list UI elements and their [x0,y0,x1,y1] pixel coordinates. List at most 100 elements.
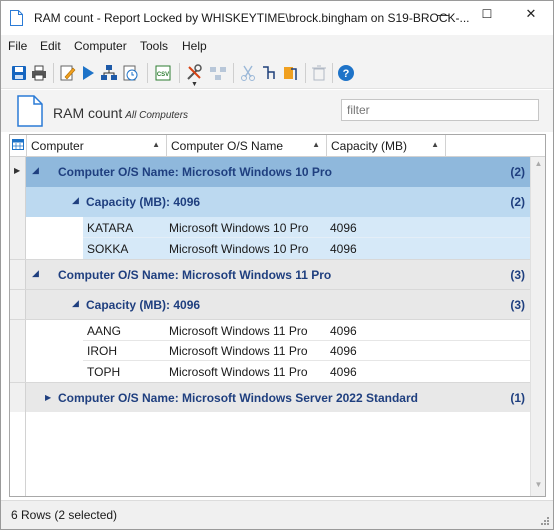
title-bar: RAM count - Report Locked by WHISKEYTIME… [1,1,553,35]
cut-icon [241,65,255,81]
subgroup-row[interactable]: ◢ Capacity (MB): 4096 (3) [10,289,545,319]
row-header[interactable] [10,217,26,238]
toolbar-separator [233,63,234,83]
row-header[interactable] [10,187,26,217]
table-row[interactable]: KATARA Microsoft Windows 10 Pro 4096 [10,217,545,238]
menu-bar: File Edit Computer Tools Help [1,35,553,57]
scroll-down-icon[interactable]: ▼ [531,480,545,494]
row-header[interactable] [10,320,26,340]
sort-up-icon: ▲ [312,140,320,149]
maximize-button[interactable]: ☐ [465,1,509,27]
window-title: RAM count - Report Locked by WHISKEYTIME… [34,11,470,25]
column-header-capacity[interactable]: Capacity (MB) ▲ [327,135,446,157]
edit-icon[interactable] [58,64,76,82]
group-label: Computer O/S Name: Microsoft Windows Ser… [58,391,418,405]
group-row[interactable]: ▶ Computer O/S Name: Microsoft Windows S… [10,382,545,412]
menu-file[interactable]: File [8,39,27,53]
cell-os: Microsoft Windows 10 Pro [169,242,309,256]
cell-capacity: 4096 [330,365,357,379]
menu-computer[interactable]: Computer [74,39,127,53]
row-header[interactable] [10,260,26,289]
cell-computer: SOKKA [87,242,129,256]
delete-icon [312,65,326,81]
report-header: RAM count All Computers [1,90,553,132]
cell-computer: AANG [87,324,122,338]
report-title: RAM count All Computers [53,105,189,121]
row-header[interactable] [10,383,26,412]
group-icon [210,67,226,80]
group-row[interactable]: ▶ ◢ Computer O/S Name: Microsoft Windows… [10,157,545,187]
sort-up-icon: ▲ [152,140,160,149]
print-icon[interactable] [30,64,48,82]
row-header[interactable]: ▶ [10,157,26,187]
group-row[interactable]: ◢ Computer O/S Name: Microsoft Windows 1… [10,259,545,289]
run-icon[interactable] [79,64,97,82]
collapse-icon[interactable]: ◢ [32,165,39,176]
cell-capacity: 4096 [330,324,357,338]
column-header-os[interactable]: Computer O/S Name ▲ [167,135,327,157]
chevron-down-icon[interactable]: ▼ [191,81,198,88]
subgroup-row[interactable]: ◢ Capacity (MB): 4096 (2) [10,187,545,217]
row-header[interactable] [10,238,26,259]
csv-export-icon[interactable]: CSV [154,64,172,82]
row-header[interactable] [10,340,26,361]
copy-icon[interactable] [260,64,278,82]
table-row[interactable]: SOKKA Microsoft Windows 10 Pro 4096 [10,238,545,259]
sort-up-icon: ▲ [431,140,439,149]
close-button[interactable]: ✕ [509,1,553,27]
schedule-icon[interactable] [121,64,139,82]
table-row[interactable]: TOPH Microsoft Windows 11 Pro 4096 [10,361,545,382]
column-header-computer[interactable]: Computer ▲ [27,135,167,157]
cell-capacity: 4096 [330,221,357,235]
document-icon [10,10,23,26]
toolbar-separator [332,63,333,83]
row-header[interactable] [10,361,26,382]
network-icon[interactable] [100,64,118,82]
toolbar-separator [147,63,148,83]
calendar-grid-icon [12,139,24,150]
row-header[interactable] [10,290,26,319]
cell-os: Microsoft Windows 11 Pro [169,324,308,338]
collapse-icon[interactable]: ◢ [72,298,79,309]
status-bar: 6 Rows (2 selected) [1,500,553,529]
menu-tools[interactable]: Tools [140,39,168,53]
cell-os: Microsoft Windows 11 Pro [169,365,308,379]
cell-capacity: 4096 [330,242,357,256]
vertical-scrollbar[interactable]: ▲ ▼ [530,157,545,496]
tools-icon[interactable] [185,64,203,82]
subgroup-count: (2) [510,195,525,209]
app-window: RAM count - Report Locked by WHISKEYTIME… [0,0,554,530]
save-icon[interactable] [10,64,28,82]
resize-grip-icon[interactable] [540,516,550,526]
expand-icon[interactable]: ▶ [45,393,51,402]
current-row-indicator-icon: ▶ [14,166,21,175]
subgroup-label: Capacity (MB): 4096 [86,195,201,209]
group-label: Computer O/S Name: Microsoft Windows 10 … [58,165,332,179]
toolbar: CSV ▼ ? [1,57,553,89]
paste-icon[interactable] [281,64,299,82]
table-row[interactable]: IROH Microsoft Windows 11 Pro 4096 [10,340,545,361]
group-label: Computer O/S Name: Microsoft Windows 11 … [58,268,332,282]
table-row[interactable]: AANG Microsoft Windows 11 Pro 4096 [10,319,545,341]
collapse-icon[interactable]: ◢ [32,268,39,279]
cell-computer: IROH [87,344,117,358]
cell-computer: TOPH [87,365,121,379]
cell-os: Microsoft Windows 10 Pro [169,221,309,235]
cell-capacity: 4096 [330,344,357,358]
report-subtitle: All Computers [125,110,189,121]
collapse-icon[interactable]: ◢ [72,195,79,206]
column-chooser-button[interactable] [10,135,27,157]
menu-edit[interactable]: Edit [40,39,61,53]
report-grid: Computer ▲ Computer O/S Name ▲ Capacity (M… [9,134,546,497]
minimize-button[interactable]: — [421,1,465,27]
group-count: (3) [510,268,525,282]
row-count-status: 6 Rows (2 selected) [11,508,118,522]
filter-input[interactable] [341,99,539,121]
cell-os: Microsoft Windows 11 Pro [169,344,308,358]
help-icon[interactable]: ? [337,64,355,82]
toolbar-separator [305,63,306,83]
help-glyph: ? [343,68,350,80]
subgroup-label: Capacity (MB): 4096 [86,298,201,312]
scroll-up-icon[interactable]: ▲ [531,159,545,173]
menu-help[interactable]: Help [182,39,207,53]
